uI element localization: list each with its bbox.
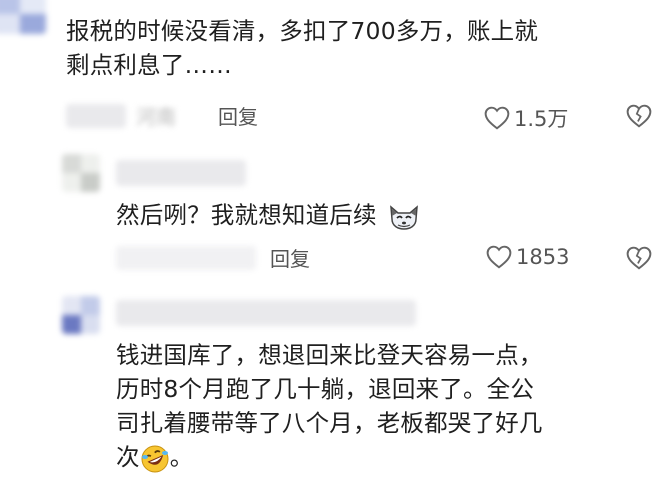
comment-text: 报税的时候没看清，多扣了700多万，账上就 剩点利息了…… xyxy=(66,14,646,82)
comment-location: 河南 xyxy=(136,105,176,129)
heart-outline-icon xyxy=(486,245,512,269)
comment-text-line: 报税的时候没看清，多扣了700多万，账上就 xyxy=(66,17,539,45)
dislike-button[interactable] xyxy=(626,246,652,274)
like-button[interactable]: 1.5万 xyxy=(484,103,568,133)
comment-text: 然后咧？我就想知道后续 xyxy=(116,198,636,232)
comment-text-fragment: 次 xyxy=(116,443,140,471)
comment-text: 钱进国库了，想退回来比登天容易一点， 历时8个月跑了几十躺，退回来了。全公 司扎… xyxy=(116,338,646,474)
username[interactable] xyxy=(116,160,246,186)
like-button[interactable]: 1853 xyxy=(486,245,569,269)
comment-meta-blurred xyxy=(116,246,256,270)
broken-heart-icon xyxy=(626,104,652,128)
heart-outline-icon xyxy=(484,106,510,130)
comment-text-line: 次 。 xyxy=(116,440,646,474)
dislike-button[interactable] xyxy=(626,104,652,132)
reply-button[interactable]: 回复 xyxy=(218,104,258,130)
avatar[interactable] xyxy=(62,154,100,192)
avatar[interactable] xyxy=(62,296,100,334)
cat-face-emoji-icon xyxy=(390,204,419,230)
comment-text-line: 剩点利息了…… xyxy=(66,51,232,79)
like-count: 1853 xyxy=(516,245,570,269)
rolling-laughing-emoji-icon xyxy=(141,445,169,472)
comment-text-fragment: 。 xyxy=(169,443,194,471)
username[interactable] xyxy=(66,104,126,128)
avatar[interactable] xyxy=(0,0,46,34)
reply-button[interactable]: 回复 xyxy=(270,246,310,272)
comment-text-line: 然后咧？我就想知道后续 xyxy=(116,201,377,229)
comment-text-line: 司扎着腰带等了八个月，老板都哭了好几 xyxy=(116,409,543,437)
like-count: 1.5万 xyxy=(514,107,569,131)
broken-heart-icon xyxy=(626,246,652,270)
comment-text-line: 历时8个月跑了几十躺，退回来了。全公 xyxy=(116,375,535,403)
comment-text-line: 钱进国库了，想退回来比登天容易一点， xyxy=(116,341,543,369)
username[interactable] xyxy=(116,300,416,326)
